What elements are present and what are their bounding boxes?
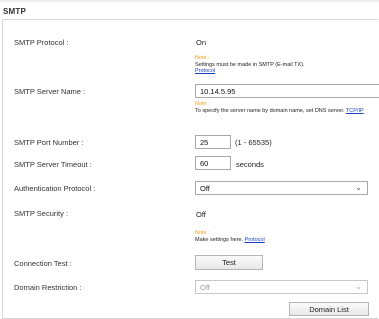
note-text: To specify the server name by domain nam… (195, 107, 345, 114)
selected-value: Off (200, 184, 210, 193)
domain-restriction-select[interactable]: Off ⌄ (195, 280, 368, 294)
smtp-protocol-label: SMTP Protocol : (14, 38, 69, 47)
smtp-server-name-input[interactable]: 10.14.5.95 (195, 84, 379, 98)
smtp-server-timeout-label: SMTP Server Timeout : (14, 160, 92, 169)
smtp-settings-panel (2, 19, 378, 319)
smtp-security-label: SMTP Security : (14, 209, 69, 218)
smtp-server-timeout-input[interactable]: 60 (195, 156, 231, 170)
authentication-protocol-label: Authentication Protocol : (14, 184, 96, 193)
top-shadow (0, 0, 379, 3)
smtp-security-note: Note : Make settings here. Protocol (195, 230, 265, 243)
smtp-protocol-note: Note : Settings must be made in SMTP (E-… (195, 55, 305, 75)
domain-restriction-label: Domain Restriction : (14, 283, 82, 292)
test-button[interactable]: Test (195, 255, 263, 270)
note-text: Make settings here. (195, 236, 243, 243)
smtp-port-number-label: SMTP Port Number : (14, 138, 84, 147)
domain-list-button[interactable]: Domain List (289, 302, 369, 316)
smtp-security-value: Off (196, 210, 206, 219)
note-text: Settings must be made in SMTP (E-mail TX… (195, 61, 305, 68)
port-range-hint: (1 - 65535) (235, 138, 272, 147)
smtp-port-number-input[interactable]: 25 (195, 135, 231, 149)
smtp-server-name-note: Note : To specify the server name by dom… (195, 101, 375, 114)
chevron-down-icon: ⌄ (355, 282, 362, 291)
smtp-server-name-label: SMTP Server Name : (14, 87, 86, 96)
timeout-unit: seconds (236, 160, 264, 169)
tcpip-link[interactable]: TCP/IP (346, 108, 364, 114)
authentication-protocol-select[interactable]: Off ⌄ (195, 181, 368, 195)
smtp-protocol-value: On (196, 38, 207, 47)
protocol-link[interactable]: Protocol (245, 237, 265, 243)
chevron-down-icon: ⌄ (355, 183, 362, 192)
connection-test-label: Connection Test : (14, 259, 72, 268)
protocol-link[interactable]: Protocol (195, 68, 215, 74)
section-title: SMTP (3, 7, 27, 16)
selected-value: Off (200, 283, 210, 292)
